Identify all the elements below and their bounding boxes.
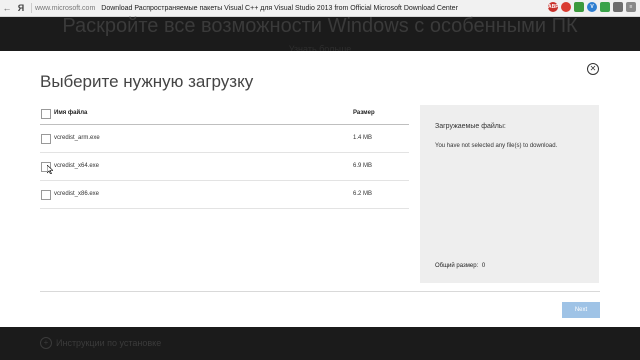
download-dialog: Выберите нужную загрузку ✕ Имя файла Раз… bbox=[0, 51, 640, 327]
total-size: Общий размер: 0 bbox=[435, 263, 485, 269]
mouse-cursor-icon bbox=[47, 165, 53, 174]
dialog-title: Выберите нужную загрузку bbox=[40, 72, 254, 91]
total-size-value: 0 bbox=[481, 263, 486, 269]
file-size: 6.2 MB bbox=[353, 191, 373, 197]
toolbar-divider bbox=[31, 3, 32, 13]
file-name: vcredist_arm.exe bbox=[54, 135, 100, 141]
plus-icon: + bbox=[40, 337, 52, 349]
yandex-logo-icon[interactable]: Я bbox=[14, 3, 28, 13]
table-header: Имя файла Размер bbox=[40, 105, 409, 125]
column-header-name: Имя файла bbox=[54, 110, 88, 116]
table-row[interactable]: vcredist_x86.exe 6.2 MB bbox=[40, 181, 409, 209]
file-checkbox[interactable] bbox=[41, 190, 51, 200]
file-name: vcredist_x64.exe bbox=[54, 163, 100, 169]
address-bar-url[interactable]: www.microsoft.com bbox=[35, 5, 95, 12]
ext-v-icon[interactable]: V bbox=[587, 2, 597, 12]
ext-red-icon[interactable] bbox=[561, 2, 571, 12]
abp-icon[interactable]: ABP bbox=[548, 2, 559, 12]
close-icon[interactable]: ✕ bbox=[587, 63, 599, 75]
page-tab-title: Download Распространяемые пакеты Visual … bbox=[101, 4, 458, 12]
install-instructions-label: Инструкции по установке bbox=[56, 338, 162, 348]
ext-green-icon[interactable] bbox=[600, 2, 610, 12]
install-instructions-link: + Инструкции по установке bbox=[40, 337, 161, 349]
file-size: 6.9 MB bbox=[353, 163, 373, 169]
selected-files-panel: Загружаемые файлы: You have not selected… bbox=[420, 105, 599, 283]
shield-icon[interactable] bbox=[574, 2, 584, 12]
selected-files-title: Загружаемые файлы: bbox=[435, 123, 506, 130]
select-all-checkbox[interactable] bbox=[41, 109, 51, 119]
page-hero-heading: Раскройте все возможности Windows с особ… bbox=[62, 15, 578, 37]
column-header-size: Размер bbox=[353, 110, 375, 116]
puzzle-icon[interactable] bbox=[613, 2, 623, 12]
file-name: vcredist_x86.exe bbox=[54, 191, 100, 197]
table-row[interactable]: vcredist_x64.exe 6.9 MB bbox=[40, 153, 409, 181]
selected-files-message: You have not selected any file(s) to dow… bbox=[435, 143, 558, 149]
file-size: 1.4 MB bbox=[353, 135, 373, 141]
menu-icon[interactable]: ≡ bbox=[626, 2, 636, 12]
table-row[interactable]: vcredist_arm.exe 1.4 MB bbox=[40, 125, 409, 153]
divider bbox=[40, 291, 600, 292]
total-size-label: Общий размер: bbox=[435, 263, 479, 269]
back-arrow-icon[interactable]: ← bbox=[0, 3, 14, 13]
file-checkbox[interactable] bbox=[41, 134, 51, 144]
next-button[interactable]: Next bbox=[562, 302, 600, 318]
file-table: Имя файла Размер vcredist_arm.exe 1.4 MB… bbox=[40, 105, 409, 209]
extensions-bar: ABP V ≡ bbox=[548, 2, 636, 12]
